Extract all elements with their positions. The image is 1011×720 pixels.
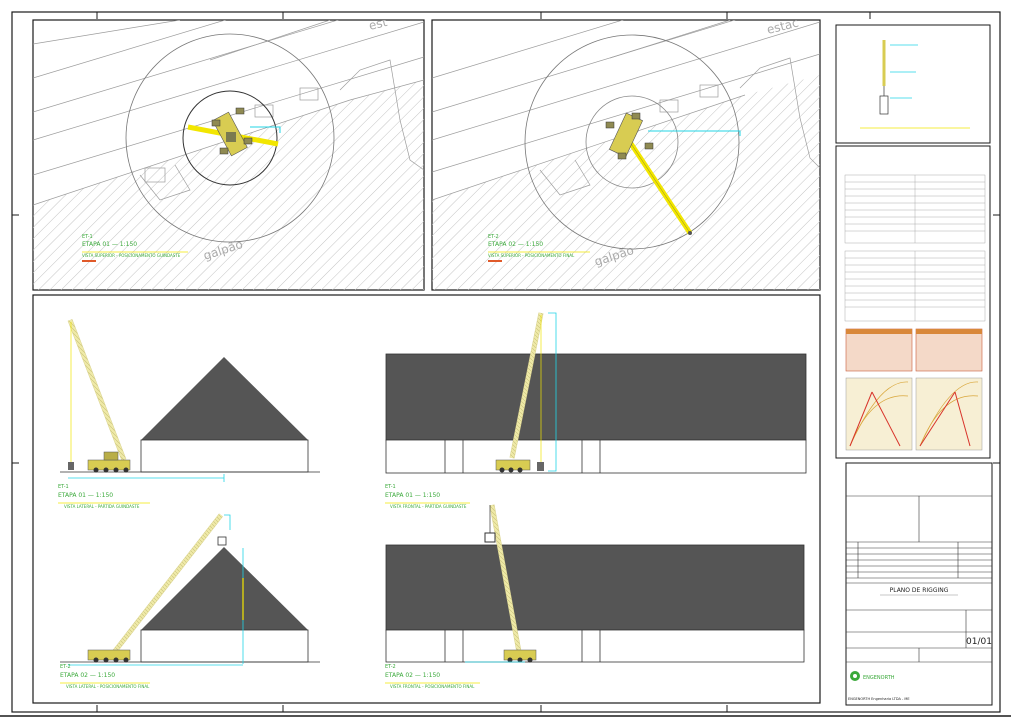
svg-text:ETAPA 02 — 1:150: ETAPA 02 — 1:150 [385,672,440,679]
svg-text:VISTA FRONTAL - POSICIONAMENTO: VISTA FRONTAL - POSICIONAMENTO FINAL [390,684,475,689]
svg-text:VISTA SUPERIOR - POSICIONAMENT: VISTA SUPERIOR - POSICIONAMENTO GUINDAST… [82,253,181,258]
svg-text:VISTA SUPERIOR - POSICIONAMENT: VISTA SUPERIOR - POSICIONAMENTO FINAL [488,253,575,258]
svg-text:ET-2: ET-2 [488,234,499,240]
svg-text:ET-2: ET-2 [60,664,71,670]
elevation-views: ET-1 ETAPA 01 — 1:150 VISTA LATERAL - PA… [32,294,821,704]
company-footer: ENGENORTH Engenharia LTDA - ME [848,697,910,701]
svg-text:VISTA LATERAL - POSICIONAMENTO: VISTA LATERAL - POSICIONAMENTO FINAL [66,684,150,689]
svg-text:ETAPA 02 — 1:150: ETAPA 02 — 1:150 [60,672,115,679]
rigging-plan-drawing: est galpão ET-1 ETAPA 01 — 1:150 VISTA S… [0,0,1011,720]
right-column: PLANO DE RIGGING 01/01 ENGENORTH ENGENOR… [835,24,993,706]
svg-text:ET-1: ET-1 [58,484,69,490]
rigging-detail-panel [835,24,991,144]
svg-text:ETAPA 01 — 1:150: ETAPA 01 — 1:150 [82,241,137,248]
svg-text:ETAPA 01 — 1:150: ETAPA 01 — 1:150 [58,492,113,499]
svg-text:ET-2: ET-2 [385,664,396,670]
engenorth-logo-text: ENGENORTH [863,675,895,681]
svg-text:VISTA FRONTAL - PARTIDA GUINDA: VISTA FRONTAL - PARTIDA GUINDASTE [390,504,467,509]
svg-text:ETAPA 02 — 1:150: ETAPA 02 — 1:150 [488,241,543,248]
drawing-title: PLANO DE RIGGING [890,587,949,594]
plan-view-a: est galpão ET-1 ETAPA 01 — 1:150 VISTA S… [32,19,425,291]
sheet-number: 01/01 [966,637,992,647]
svg-text:ET-1: ET-1 [82,234,93,240]
svg-text:VISTA LATERAL - PARTIDA GUINDA: VISTA LATERAL - PARTIDA GUINDASTE [64,504,140,509]
svg-text:ETAPA 01 — 1:150: ETAPA 01 — 1:150 [385,492,440,499]
plan-view-b: estac galpão ET-2 ETAPA 02 — 1:150 VISTA… [431,19,821,291]
svg-text:ET-1: ET-1 [385,484,396,490]
